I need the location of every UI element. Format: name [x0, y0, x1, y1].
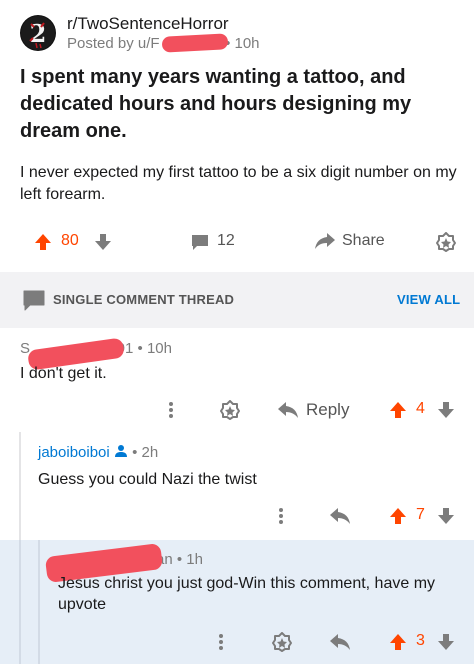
- comment-count[interactable]: 12: [217, 232, 235, 250]
- reply-button[interactable]: Reply: [277, 400, 349, 425]
- comment-body: Guess you could Nazi the twist: [38, 471, 257, 488]
- upvote-arrow-icon[interactable]: [33, 232, 53, 257]
- subreddit-name[interactable]: r/TwoSentenceHorror: [67, 14, 229, 34]
- comment-username[interactable]: jaboiboiboi: [38, 444, 110, 461]
- comment-body: Jesus christ you just god-Win this comme…: [58, 575, 436, 613]
- reply-arrow-icon[interactable]: [329, 632, 351, 657]
- comment-time: 2h: [141, 444, 159, 461]
- post-body: I never expected my first tattoo to be a…: [20, 164, 457, 203]
- downvote-arrow-icon[interactable]: [93, 232, 113, 257]
- comment-item: Si_91 • 10h I don't get it. Reply 4: [0, 330, 474, 432]
- reply-arrow-icon[interactable]: [329, 506, 351, 531]
- award-icon[interactable]: [220, 400, 240, 425]
- comment-score: 4: [416, 400, 425, 417]
- comment-action-bar: 3: [0, 630, 474, 654]
- comment-action-bar: Reply 4: [0, 398, 474, 422]
- more-vertical-icon[interactable]: [274, 506, 288, 531]
- award-icon[interactable]: [272, 632, 292, 657]
- highlighted-comment-item: an • 1h Jesus christ you just god-Win th…: [0, 540, 474, 664]
- post-header: 2 r/TwoSentenceHorror Posted by u/Frn • …: [20, 13, 460, 53]
- post-action-bar: 80 12 Share: [0, 228, 474, 256]
- post-title[interactable]: I spent many years wanting a tattoo, and…: [20, 64, 440, 145]
- reply-arrow-icon: [278, 402, 298, 418]
- banner-title: SINGLE COMMENT THREAD: [53, 292, 235, 307]
- post-score: 80: [61, 232, 79, 249]
- comment-action-bar: 7: [0, 504, 474, 528]
- downvote-arrow-icon[interactable]: [436, 400, 456, 425]
- comment-bubble-icon: [22, 288, 46, 317]
- upvote-arrow-icon[interactable]: [388, 506, 408, 531]
- subreddit-logo-icon[interactable]: 2: [20, 15, 56, 51]
- comment-score: 3: [416, 632, 425, 649]
- view-all-button[interactable]: VIEW ALL: [397, 292, 460, 307]
- comment-time: 1h: [186, 551, 203, 568]
- comment-body: I don't get it.: [20, 365, 107, 382]
- upvote-arrow-icon[interactable]: [388, 400, 408, 425]
- share-arrow-icon: [315, 233, 335, 249]
- upvote-arrow-icon[interactable]: [388, 632, 408, 657]
- comment-bubble-icon[interactable]: [191, 233, 209, 256]
- op-person-icon: [114, 445, 127, 457]
- downvote-arrow-icon[interactable]: [436, 506, 456, 531]
- downvote-arrow-icon[interactable]: [436, 632, 456, 657]
- share-button[interactable]: Share: [314, 231, 385, 253]
- comment-time: 10h: [146, 340, 172, 357]
- comment-score: 7: [416, 506, 425, 523]
- share-label: Share: [342, 232, 385, 249]
- post-time: 10h: [234, 35, 260, 52]
- single-comment-thread-banner: SINGLE COMMENT THREAD VIEW ALL: [0, 272, 474, 328]
- comment-item: jaboiboiboi • 2h Guess you could Nazi th…: [0, 432, 474, 540]
- comment-meta: jaboiboiboi • 2h: [38, 444, 159, 461]
- award-icon[interactable]: [436, 232, 456, 257]
- more-vertical-icon[interactable]: [164, 400, 178, 425]
- more-vertical-icon[interactable]: [214, 632, 228, 657]
- posted-by-prefix[interactable]: Posted by u/F: [67, 35, 160, 52]
- reply-label: Reply: [306, 400, 350, 419]
